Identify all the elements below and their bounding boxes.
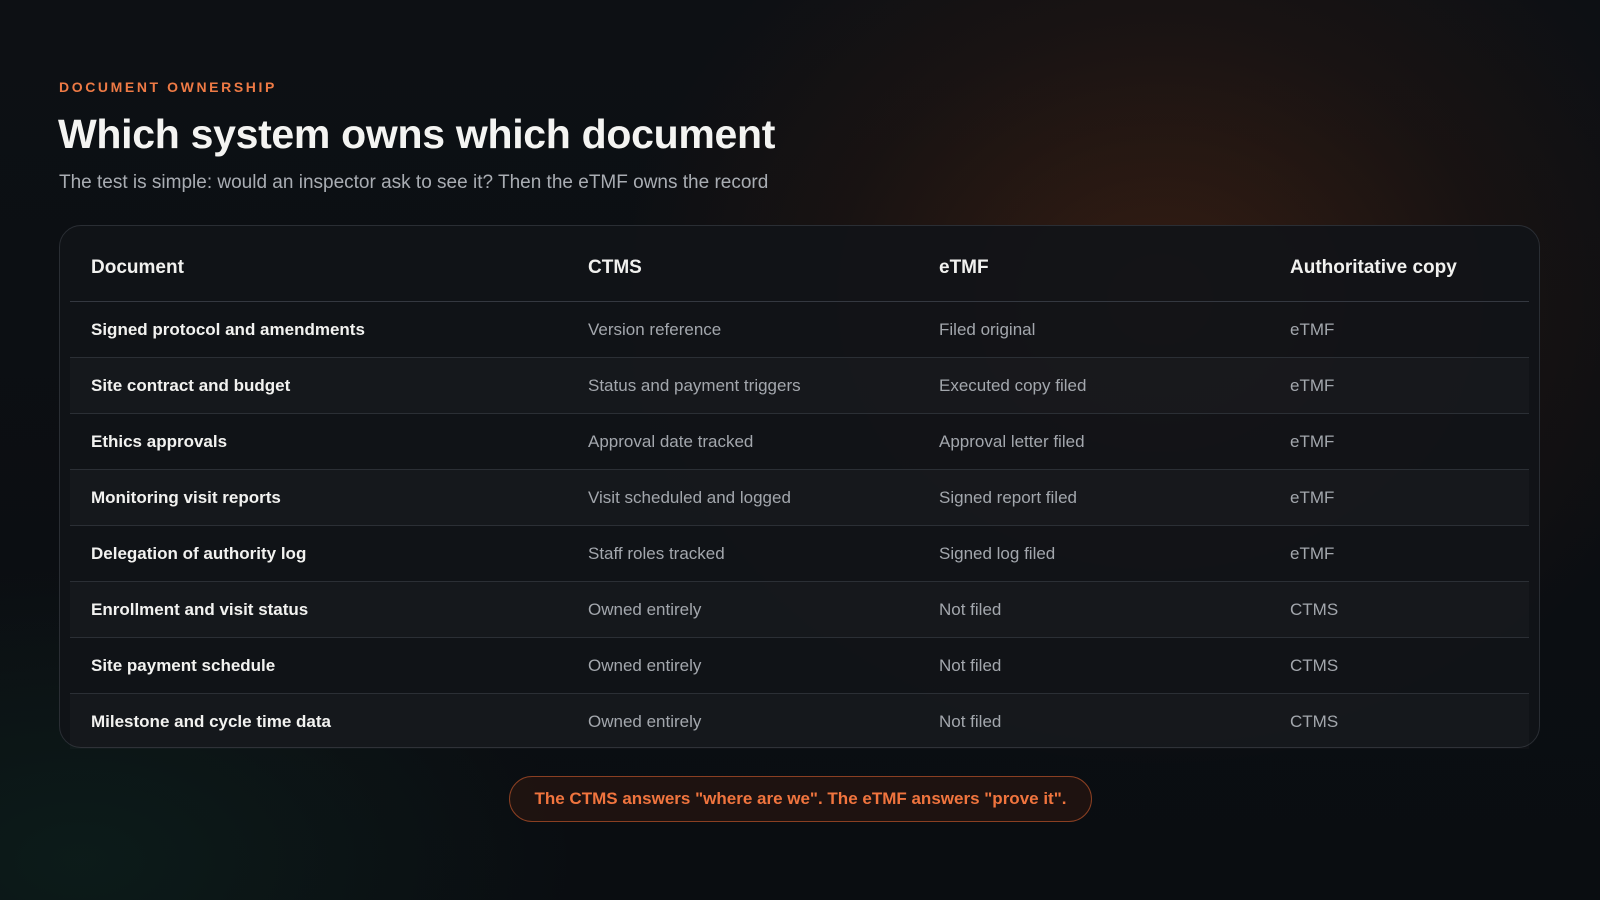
cell-authoritative-copy: eTMF [1269,469,1529,526]
cell-etmf: Signed report filed [918,469,1269,526]
ownership-table: Document CTMS eTMF Authoritative copy Si… [70,235,1529,749]
cell-etmf: Approval letter filed [918,413,1269,470]
column-header-authoritative-copy: Authoritative copy [1269,235,1529,302]
cell-document: Monitoring visit reports [70,469,567,526]
cell-ctms: Owned entirely [567,694,918,750]
cell-document: Delegation of authority log [70,525,567,582]
page-subtitle: The test is simple: would an inspector a… [59,172,769,193]
table-row: Delegation of authority log Staff roles … [70,525,1529,582]
cell-ctms: Approval date tracked [567,413,918,470]
cell-etmf: Signed log filed [918,525,1269,582]
cell-etmf: Not filed [918,694,1269,750]
cell-etmf: Executed copy filed [918,357,1269,414]
cell-document: Enrollment and visit status [70,581,567,638]
table-header-row: Document CTMS eTMF Authoritative copy [70,235,1529,302]
column-header-ctms: CTMS [567,235,918,302]
cell-ctms: Owned entirely [567,637,918,694]
cell-document: Site payment schedule [70,637,567,694]
cell-authoritative-copy: CTMS [1269,694,1529,750]
table-row: Site contract and budget Status and paym… [70,357,1529,414]
column-header-etmf: eTMF [918,235,1269,302]
cell-document: Ethics approvals [70,413,567,470]
cell-ctms: Visit scheduled and logged [567,469,918,526]
cell-etmf: Filed original [918,301,1269,358]
cell-etmf: Not filed [918,581,1269,638]
ownership-table-card: Document CTMS eTMF Authoritative copy Si… [59,225,1540,748]
summary-callout: The CTMS answers "where are we". The eTM… [509,776,1092,822]
page-title: Which system owns which document [58,111,776,157]
cell-ctms: Version reference [567,301,918,358]
cell-authoritative-copy: eTMF [1269,301,1529,358]
slide: DOCUMENT OWNERSHIP Which system owns whi… [0,0,1600,900]
table-row: Signed protocol and amendments Version r… [70,301,1529,358]
section-eyebrow: DOCUMENT OWNERSHIP [59,79,277,95]
table-row: Monitoring visit reports Visit scheduled… [70,469,1529,526]
cell-authoritative-copy: eTMF [1269,413,1529,470]
cell-authoritative-copy: CTMS [1269,581,1529,638]
cell-authoritative-copy: eTMF [1269,525,1529,582]
table-row: Milestone and cycle time data Owned enti… [70,694,1529,750]
cell-authoritative-copy: eTMF [1269,357,1529,414]
column-header-document: Document [70,235,567,302]
cell-etmf: Not filed [918,637,1269,694]
cell-ctms: Owned entirely [567,581,918,638]
cell-document: Signed protocol and amendments [70,301,567,358]
cell-document: Site contract and budget [70,357,567,414]
cell-ctms: Status and payment triggers [567,357,918,414]
cell-ctms: Staff roles tracked [567,525,918,582]
table-row: Site payment schedule Owned entirely Not… [70,637,1529,694]
cell-authoritative-copy: CTMS [1269,637,1529,694]
table-row: Enrollment and visit status Owned entire… [70,581,1529,638]
table-row: Ethics approvals Approval date tracked A… [70,413,1529,470]
cell-document: Milestone and cycle time data [70,694,567,750]
